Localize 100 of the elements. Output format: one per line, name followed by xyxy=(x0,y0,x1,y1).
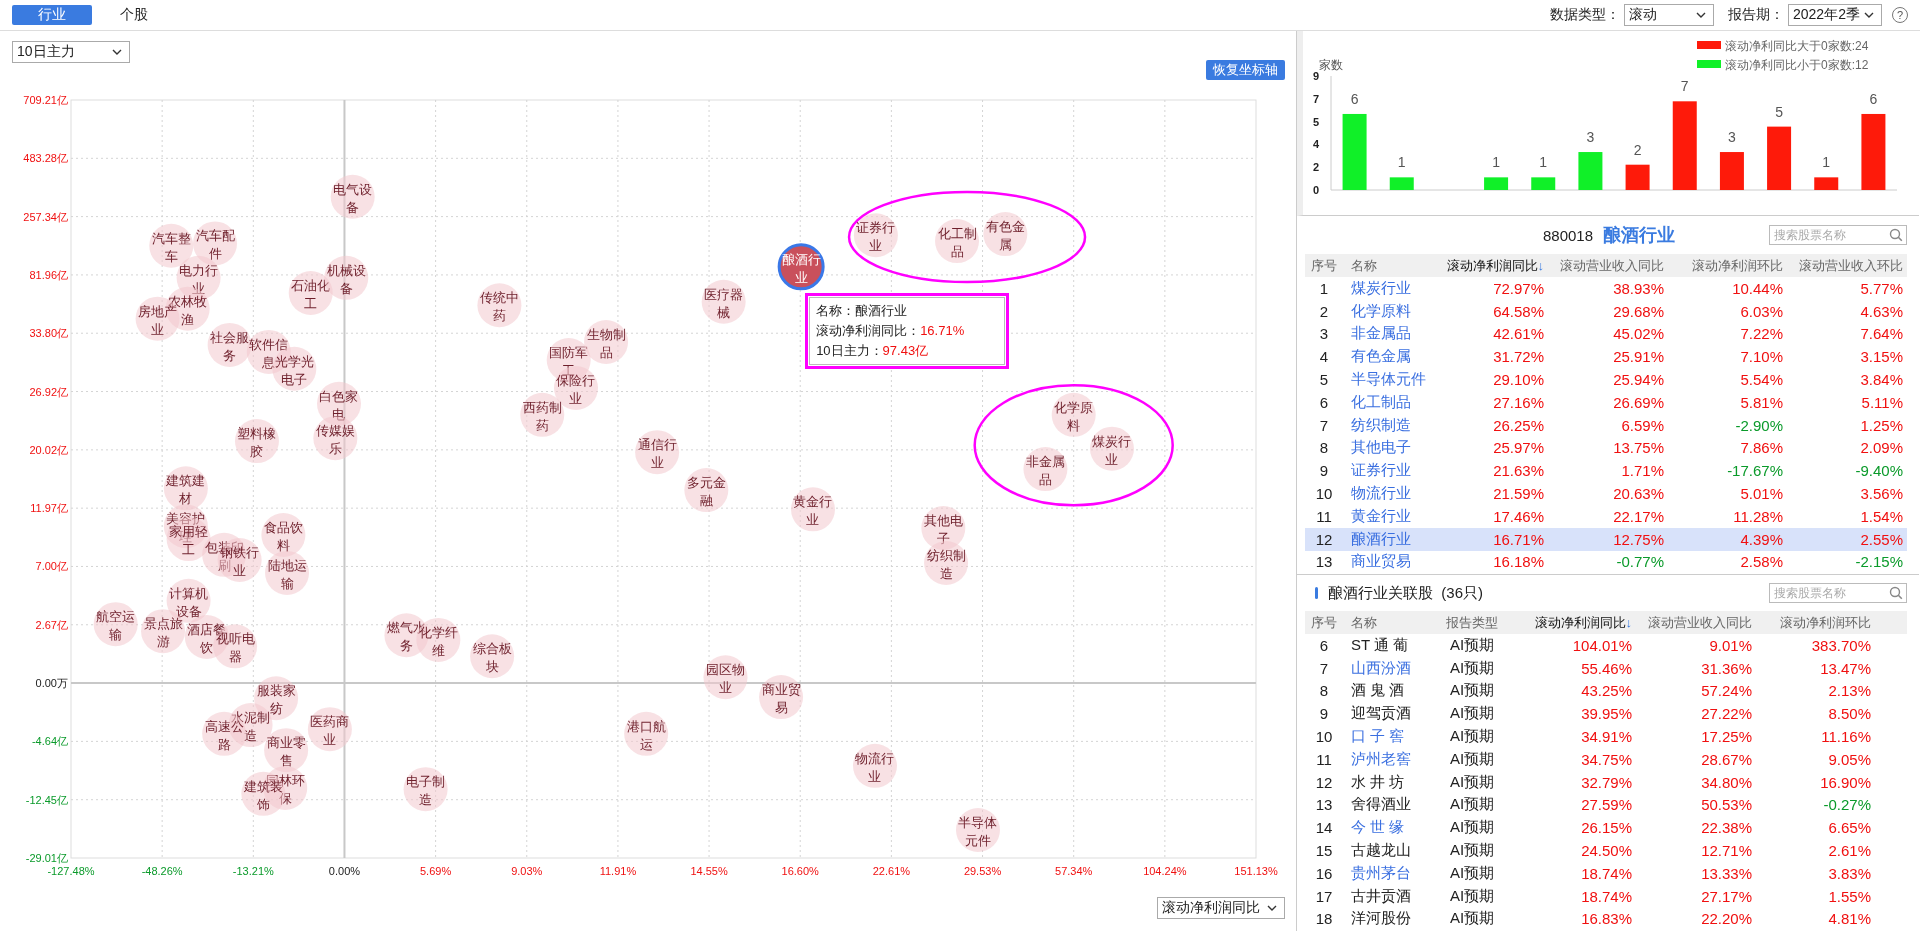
table-cell[interactable]: 物流行业 xyxy=(1343,484,1439,504)
column-header[interactable]: 滚动营业收入同比 xyxy=(1632,613,1752,632)
table-cell-text: 1.25% xyxy=(1859,416,1903,434)
table-cell[interactable]: 泸州老窖 xyxy=(1343,749,1440,769)
bubble[interactable]: 黄金行业 xyxy=(791,487,835,532)
search-field[interactable]: 搜索股票名称 xyxy=(1769,583,1907,603)
column-header[interactable]: 序号 xyxy=(1305,613,1343,632)
bubble[interactable]: 通信行业 xyxy=(635,430,680,475)
table-row[interactable]: 2 化学原料 64.58% 29.68% 6.03% 4.63% xyxy=(1305,299,1907,323)
column-header[interactable]: 名称 xyxy=(1343,256,1439,275)
bubble[interactable]: 证券行业 xyxy=(853,213,898,258)
bubble[interactable]: 电气设备 xyxy=(330,174,375,219)
dropdown[interactable]: 10日主力 xyxy=(12,41,130,63)
table-cell[interactable]: 迎驾贡酒 xyxy=(1343,704,1440,724)
y-axis-tick-label: -12.45亿 xyxy=(25,793,68,806)
bubble[interactable]: 非金属品 xyxy=(1023,447,1068,492)
table-cell[interactable]: 古井贡酒 xyxy=(1343,886,1440,906)
table-row[interactable]: 6 化工制品 27.16% 26.69% 5.81% 5.11% xyxy=(1305,391,1907,414)
bubble[interactable]: 港口航运 xyxy=(624,711,669,756)
bubble[interactable]: 塑料橡胶 xyxy=(234,419,279,464)
bubble[interactable]: 半导体元件 xyxy=(956,808,1000,852)
table-cell[interactable]: 山西汾酒 xyxy=(1343,658,1440,678)
table-cell[interactable]: 古越龙山 xyxy=(1343,841,1440,861)
table-cell[interactable]: 化工制品 xyxy=(1343,392,1439,412)
table-cell-text: AI预期 xyxy=(1448,658,1496,678)
table-cell[interactable]: 洋河股份 xyxy=(1343,909,1440,929)
column-header[interactable]: 滚动净利润同比↓ xyxy=(1504,613,1632,632)
table-row[interactable]: 5 半导体元件 29.10% 25.94% 5.54% 3.84% xyxy=(1305,368,1907,391)
column-header[interactable]: 滚动营业收入同比 xyxy=(1544,256,1664,275)
bubble[interactable]: 煤炭行业 xyxy=(1090,426,1134,471)
reset-axis-button[interactable]: 恢复坐标轴 xyxy=(1206,60,1285,80)
table-cell[interactable]: 酒 鬼 酒 xyxy=(1343,681,1440,701)
bubble[interactable]: 医药商业 xyxy=(307,707,352,752)
column-header[interactable]: 报告类型 xyxy=(1440,613,1504,632)
axis-title: 家数 xyxy=(1319,58,1343,72)
table-cell[interactable]: 其他电子 xyxy=(1343,438,1439,458)
table-cell[interactable]: 水 井 坊 xyxy=(1343,772,1440,792)
table-cell[interactable]: ST 通 葡 xyxy=(1343,635,1440,655)
table-cell[interactable]: 半导体元件 xyxy=(1343,370,1439,390)
table-cell-text: 6.59% xyxy=(1620,416,1664,434)
table-cell-text: AI预期 xyxy=(1448,727,1496,747)
table-cell[interactable]: 证券行业 xyxy=(1343,461,1439,481)
column-header[interactable]: 滚动净利润同比↓ xyxy=(1439,256,1544,275)
table-cell-text: 13 xyxy=(1314,553,1334,571)
table-cell[interactable]: 贵州茅台 xyxy=(1343,863,1440,883)
search-field[interactable]: 搜索股票名称 xyxy=(1769,225,1907,245)
bubble[interactable]: 园区物业 xyxy=(703,655,748,700)
bubble[interactable]: 有色金属 xyxy=(983,212,1028,257)
bubble[interactable]: 酿酒行业 xyxy=(777,243,825,291)
table-cell[interactable]: 煤炭行业 xyxy=(1343,278,1439,298)
bubble[interactable]: 化工制品 xyxy=(935,219,979,264)
bubble[interactable]: 化学原料 xyxy=(1051,392,1096,437)
table-cell[interactable]: 酿酒行业 xyxy=(1343,529,1439,549)
table-cell[interactable]: 舍得酒业 xyxy=(1343,795,1440,815)
table-row[interactable]: 7 纺织制造 26.25% 6.59% -2.90% 1.25% xyxy=(1305,413,1907,437)
table-cell[interactable]: 有色金属 xyxy=(1343,347,1439,367)
column-header[interactable]: 名称 xyxy=(1343,613,1440,632)
table-row[interactable]: 4 有色金属 31.72% 25.91% 7.10% 3.15% xyxy=(1305,345,1907,369)
column-header[interactable]: 滚动营业收入环比 xyxy=(1783,256,1903,275)
table-row[interactable]: 10 物流行业 21.59% 20.63% 5.01% 3.56% xyxy=(1305,482,1907,505)
table-cell[interactable]: 商业贸易 xyxy=(1343,552,1439,572)
tab[interactable]: 行业 xyxy=(12,5,92,25)
table-cell-text: 6.03% xyxy=(1739,302,1783,320)
bubble[interactable]: 医疗器械 xyxy=(701,279,746,324)
table-cell-text: 4.63% xyxy=(1859,302,1903,320)
table-cell-text: -0.27% xyxy=(1822,796,1871,814)
table-cell[interactable]: 黄金行业 xyxy=(1343,506,1439,526)
table-cell-text: -2.15% xyxy=(1854,553,1903,571)
table-cell[interactable]: 纺织制造 xyxy=(1343,415,1439,435)
bubble[interactable]: 食品饮料 xyxy=(261,513,306,557)
column-header[interactable]: 滚动净利润环比 xyxy=(1664,256,1783,275)
bubble[interactable]: 航空运输 xyxy=(93,602,138,647)
bubble[interactable]: 商业贸易 xyxy=(759,675,804,720)
table-cell-text: 22.20% xyxy=(1700,910,1752,928)
bubble[interactable]: 综合板块 xyxy=(470,634,515,679)
table-row[interactable]: 12 酿酒行业 16.71% 12.75% 4.39% 2.55% xyxy=(1305,527,1907,551)
table-row[interactable]: 11 黄金行业 17.46% 22.17% 11.28% 1.54% xyxy=(1305,504,1907,528)
table-row[interactable]: 9 证券行业 21.63% 1.71% -17.67% -9.40% xyxy=(1305,459,1907,483)
column-header[interactable]: 滚动净利润环比 xyxy=(1752,613,1871,632)
table-row[interactable]: 3 非金属品 42.61% 45.02% 7.22% 7.64% xyxy=(1305,322,1907,346)
table-cell[interactable]: 化学原料 xyxy=(1343,301,1439,321)
bubble[interactable]: 多元金融 xyxy=(684,468,729,513)
table-cell[interactable]: 非金属品 xyxy=(1343,324,1439,344)
tab[interactable]: 个股 xyxy=(94,5,174,25)
table-row[interactable]: 1 煤炭行业 72.97% 38.93% 10.44% 5.77% xyxy=(1305,277,1907,300)
x-axis-tick-label: 151.13% xyxy=(1234,865,1278,877)
bubble[interactable]: 传统中药 xyxy=(477,283,522,328)
table-cell[interactable]: 今 世 缘 xyxy=(1343,818,1440,838)
dropdown[interactable]: 滚动 xyxy=(1624,4,1714,26)
column-header[interactable]: 序号 xyxy=(1305,256,1343,275)
bubble[interactable]: 物流行业 xyxy=(853,743,897,788)
table-row[interactable]: 8 其他电子 25.97% 13.75% 7.86% 2.09% xyxy=(1305,436,1907,460)
bubble[interactable]: 西药制药 xyxy=(520,392,565,437)
dropdown[interactable]: 滚动净利润同比 xyxy=(1157,897,1285,919)
table-row[interactable]: 13 商业贸易 16.18% -0.77% 2.58% -2.15% xyxy=(1305,550,1907,574)
dropdown[interactable]: 2022年2季 xyxy=(1788,4,1882,26)
table-cell[interactable]: 口 子 窖 xyxy=(1343,727,1440,747)
table-cell-text: 8 xyxy=(1318,682,1330,700)
bubble[interactable]: 电子制造 xyxy=(403,767,448,812)
x-axis-tick-label: 9.03% xyxy=(511,865,543,877)
